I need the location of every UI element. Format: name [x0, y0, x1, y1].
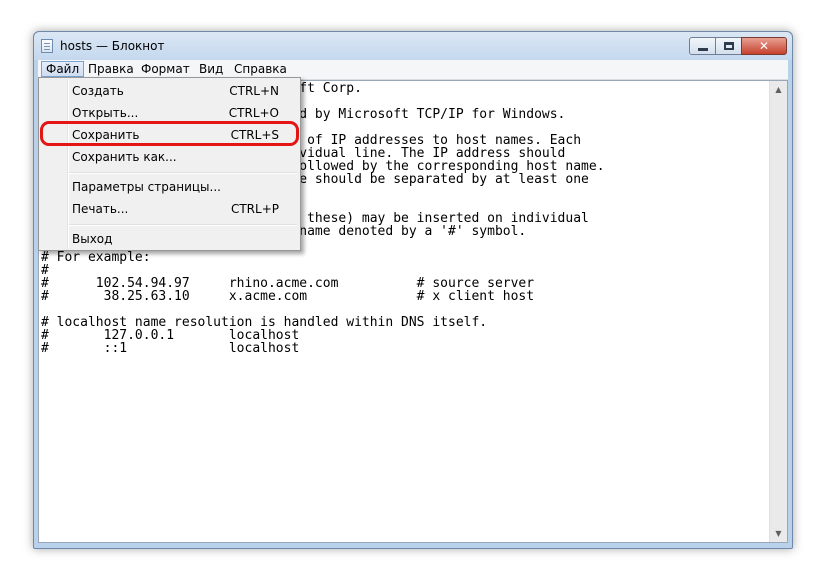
menu-edit[interactable]: Правка	[84, 61, 138, 77]
minimize-button[interactable]	[689, 37, 716, 55]
menu-separator	[69, 224, 297, 226]
menu-item-shortcut: CTRL+N	[229, 84, 279, 98]
menu-view[interactable]: Вид	[195, 61, 227, 77]
close-icon: ✕	[758, 39, 770, 53]
menu-item-label: Открыть...	[72, 106, 139, 120]
menu-help[interactable]: Справка	[230, 61, 291, 77]
title-bar[interactable]: hosts — Блокнот ✕	[34, 32, 792, 60]
minimize-icon	[698, 48, 708, 51]
menu-item-new[interactable]: Создать CTRL+N	[41, 80, 298, 102]
menu-item-shortcut: CTRL+P	[230, 202, 279, 216]
menu-item-page-setup[interactable]: Параметры страницы...	[41, 176, 298, 198]
menu-item-label: Выход	[72, 232, 113, 246]
menu-format[interactable]: Формат	[137, 61, 194, 77]
menu-item-label: Сохранить как...	[72, 150, 177, 164]
menu-item-shortcut: CTRL+O	[228, 106, 279, 120]
maximize-button[interactable]	[715, 37, 742, 55]
menu-item-exit[interactable]: Выход	[41, 228, 298, 250]
menu-separator	[69, 172, 297, 174]
menu-item-label: Параметры страницы...	[72, 180, 221, 194]
window-title: hosts — Блокнот	[60, 39, 165, 53]
caption-buttons: ✕	[689, 37, 787, 55]
close-button[interactable]: ✕	[741, 37, 787, 55]
menu-item-save-as[interactable]: Сохранить как...	[41, 146, 298, 168]
file-menu-dropdown: Создать CTRL+N Открыть... CTRL+O Сохрани…	[38, 77, 301, 251]
scroll-down-icon[interactable]: ▼	[770, 525, 787, 542]
menu-item-label: Создать	[72, 84, 124, 98]
menu-item-print[interactable]: Печать... CTRL+P	[41, 198, 298, 220]
notepad-icon	[41, 39, 53, 53]
menu-item-label: Печать...	[72, 202, 129, 216]
vertical-scrollbar[interactable]: ▲ ▼	[769, 81, 787, 542]
save-highlight-annotation	[40, 121, 299, 146]
scroll-up-icon[interactable]: ▲	[770, 81, 787, 98]
menu-file[interactable]: Файл	[41, 61, 85, 77]
maximize-icon	[724, 42, 734, 50]
